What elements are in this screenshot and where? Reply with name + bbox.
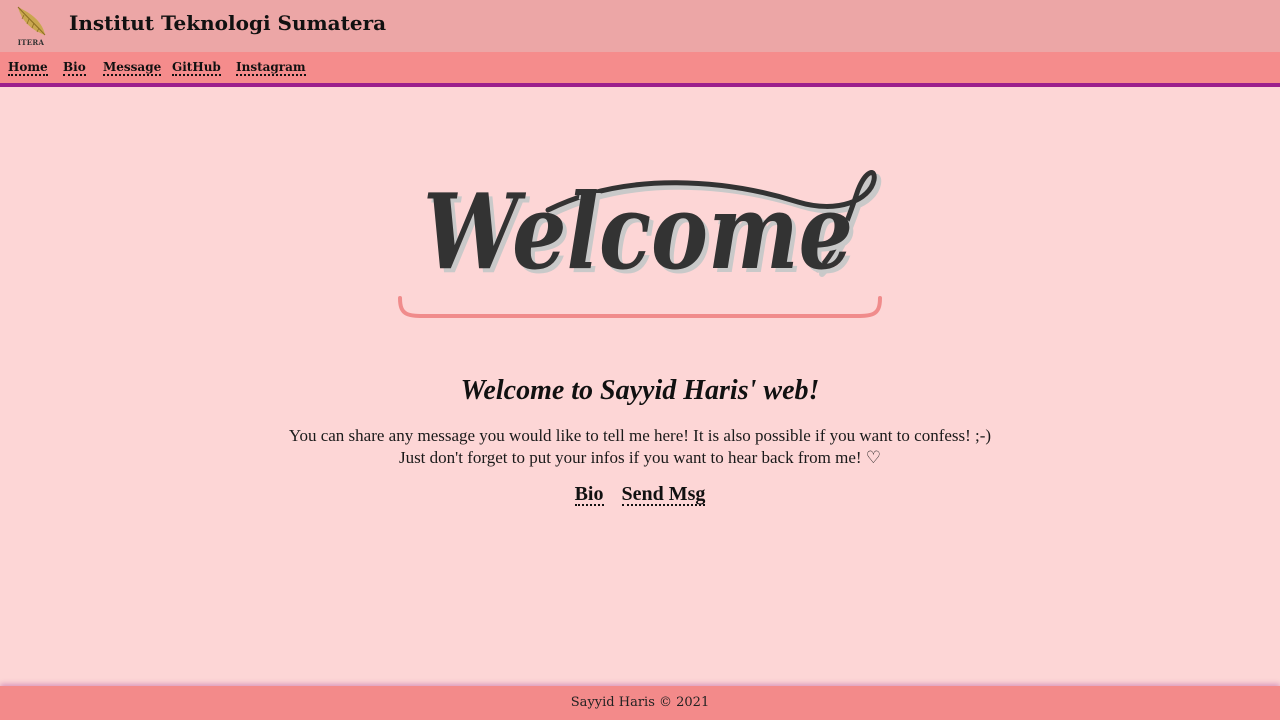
- send-msg-link[interactable]: Send Msg: [621, 484, 706, 506]
- footer-copyright: Sayyid Haris © 2021: [570, 695, 710, 710]
- nav-home-link[interactable]: Home: [8, 61, 48, 76]
- intro-text: You can share any message you would like…: [0, 425, 1280, 469]
- main-heading: Welcome to Sayyid Haris' web!: [460, 375, 820, 406]
- nav-message-link[interactable]: Message: [103, 61, 162, 76]
- logo-text: ITERA: [17, 38, 45, 47]
- nav-bio-link[interactable]: Bio: [63, 61, 86, 76]
- main-nav: Home Bio Message GitHub Instagram: [0, 52, 1280, 87]
- site-title: Institut Teknologi Sumatera: [69, 11, 387, 35]
- bio-link[interactable]: Bio: [574, 484, 604, 506]
- welcome-graphic: Welcome Welcome: [398, 140, 882, 322]
- site-footer: Sayyid Haris © 2021: [0, 686, 1280, 720]
- nav-instagram-link[interactable]: Instagram: [236, 61, 306, 76]
- intro-line-2: Just don't forget to put your infos if y…: [398, 448, 882, 467]
- nav-github-link[interactable]: GitHub: [172, 61, 221, 76]
- intro-line-1: You can share any message you would like…: [288, 426, 992, 445]
- itera-logo[interactable]: ITERA: [12, 5, 50, 47]
- site-header: ITERA Institut Teknologi Sumatera: [0, 0, 1280, 52]
- leaf-icon: [17, 6, 46, 36]
- cta-links: Bio Send Msg: [0, 484, 1280, 506]
- welcome-script-text: Welcome: [423, 170, 853, 293]
